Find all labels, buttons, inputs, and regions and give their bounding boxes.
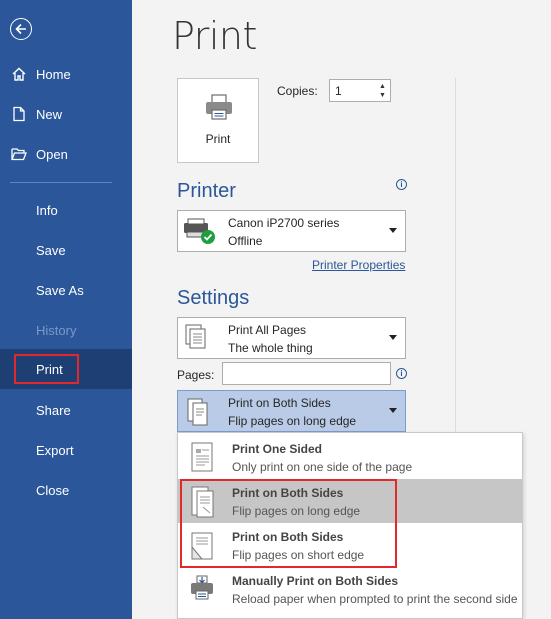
copies-label: Copies:	[277, 84, 318, 98]
sidebar-item-open[interactable]: Open	[0, 134, 132, 174]
sidebar-item-label: Info	[36, 202, 58, 218]
copies-value: 1	[335, 84, 342, 98]
sidebar-item-home[interactable]: Home	[0, 54, 132, 94]
sidebar-item-label: Share	[36, 402, 71, 418]
printer-section-title: Printer	[177, 180, 236, 202]
manual-duplex-icon	[191, 575, 213, 600]
sidebar-divider	[10, 182, 112, 183]
chevron-down-icon	[389, 335, 397, 340]
sidebar-item-save-as[interactable]: Save As	[0, 270, 132, 310]
printer-icon	[206, 94, 232, 120]
duplex-subtitle: Flip pages on long edge	[228, 414, 357, 428]
sidebar-item-export[interactable]: Export	[0, 430, 132, 470]
sidebar-item-history: History	[0, 310, 132, 350]
sidebar-item-save[interactable]: Save	[0, 230, 132, 270]
sidebar-item-label: Save As	[36, 282, 84, 298]
print-range-title: Print All Pages	[228, 323, 307, 337]
pages-label: Pages:	[177, 368, 215, 382]
duplex-long-edge-icon	[187, 398, 208, 426]
increment-arrow-icon[interactable]: ▲	[379, 83, 387, 91]
info-icon[interactable]: i	[396, 368, 407, 379]
sidebar-item-new[interactable]: New	[0, 94, 132, 134]
print-range-dropdown[interactable]: Print All Pages The whole thing	[177, 317, 406, 359]
copies-stepper[interactable]: 1 ▲ ▼	[329, 79, 391, 102]
pages-stack-icon	[185, 324, 206, 349]
menu-item-subtitle: Only print on one side of the page	[232, 460, 413, 474]
chevron-down-icon	[389, 228, 397, 233]
print-button[interactable]: Print	[177, 78, 259, 163]
sidebar-item-label: Open	[36, 146, 68, 162]
sidebar-item-info[interactable]: Info	[0, 190, 132, 230]
sidebar-item-label: Home	[36, 66, 71, 82]
back-arrow-icon[interactable]	[10, 18, 32, 40]
chevron-down-icon	[389, 408, 397, 413]
home-icon	[10, 65, 28, 83]
sidebar-item-label: Save	[36, 242, 66, 258]
sidebar-item-label: Close	[36, 482, 70, 498]
printer-ready-icon	[184, 218, 215, 244]
menu-item-title: Print One Sided	[232, 442, 323, 456]
print-range-subtitle: The whole thing	[228, 341, 313, 355]
page-title: Print	[172, 14, 257, 58]
printer-status: Offline	[228, 234, 263, 248]
pages-input[interactable]	[222, 362, 391, 385]
sidebar-item-share[interactable]: Share	[0, 390, 132, 430]
printer-dropdown[interactable]: Canon iP2700 series Offline	[177, 210, 406, 252]
sidebar-item-label: History	[36, 322, 77, 338]
highlight-box-both-sides	[180, 479, 397, 568]
sidebar-item-label: New	[36, 106, 63, 122]
menu-item-subtitle: Reload paper when prompted to print the …	[232, 592, 518, 606]
menu-item-title: Manually Print on Both Sides	[232, 574, 399, 588]
menu-item-print-one-sided[interactable]: Print One Sided Only print on one side o…	[178, 435, 522, 479]
folder-open-icon	[10, 145, 28, 163]
sidebar-item-close[interactable]: Close	[0, 470, 132, 510]
settings-section-title: Settings	[177, 287, 250, 309]
print-button-label: Print	[205, 132, 231, 146]
new-document-icon	[10, 105, 28, 123]
duplex-title: Print on Both Sides	[228, 396, 331, 410]
sidebar-item-label: Export	[36, 442, 74, 458]
backstage-sidebar: Home New Open Info Save Save As History …	[0, 0, 132, 619]
highlight-box-print	[14, 354, 79, 384]
decrement-arrow-icon[interactable]: ▼	[379, 92, 387, 100]
printer-properties-link[interactable]: Printer Properties	[312, 258, 405, 272]
printer-name: Canon iP2700 series	[228, 216, 340, 230]
duplex-dropdown[interactable]: Print on Both Sides Flip pages on long e…	[177, 390, 406, 432]
menu-item-manual-duplex[interactable]: Manually Print on Both Sides Reload pape…	[178, 567, 522, 611]
single-sided-icon	[191, 442, 213, 472]
info-icon[interactable]: i	[396, 179, 407, 190]
